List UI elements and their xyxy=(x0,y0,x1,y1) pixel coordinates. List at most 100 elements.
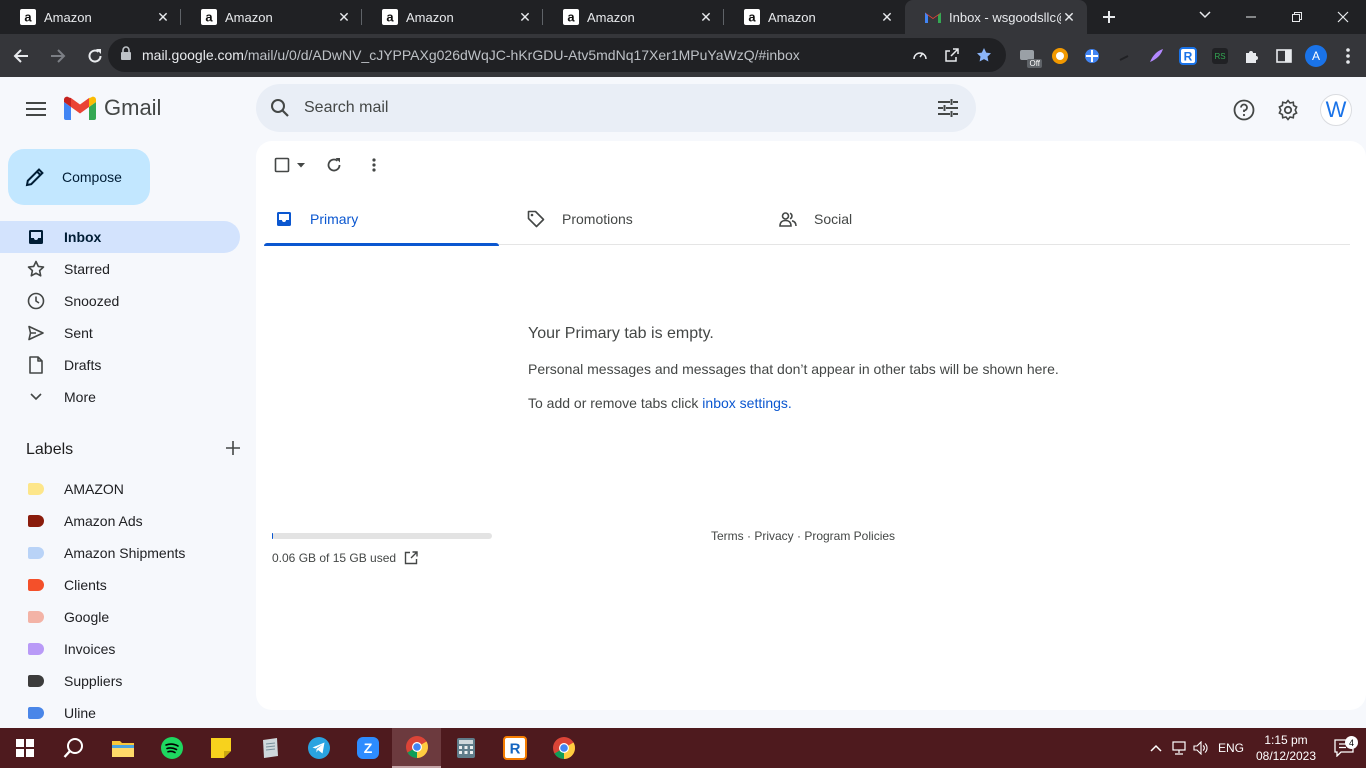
browser-tab-active[interactable]: Inbox - wsgoodsllc@ ✕ xyxy=(905,0,1087,34)
extension-orange-icon[interactable] xyxy=(1044,40,1076,72)
sidebar-item-sent[interactable]: Sent xyxy=(0,317,240,349)
extension-off-icon[interactable]: Off xyxy=(1012,40,1044,72)
sidebar-item-label: Sent xyxy=(64,325,93,341)
close-icon[interactable]: ✕ xyxy=(336,9,352,25)
notification-center-icon[interactable]: 4 xyxy=(1322,736,1366,757)
select-dropdown-icon[interactable] xyxy=(292,153,310,177)
clock[interactable]: 1:15 pm 08/12/2023 xyxy=(1250,732,1322,764)
sidebar-item-drafts[interactable]: Drafts xyxy=(0,349,240,381)
label-item-amazon[interactable]: AMAZON xyxy=(0,473,256,505)
settings-gear-icon[interactable] xyxy=(1270,92,1306,128)
bookmark-star-icon[interactable] xyxy=(974,45,994,65)
system-tray: ENG 1:15 pm 08/12/2023 4 xyxy=(1144,728,1366,768)
open-external-icon[interactable] xyxy=(404,551,418,565)
close-icon[interactable]: ✕ xyxy=(517,9,533,25)
address-bar[interactable]: mail.google.com/mail/u/0/d/ADwNV_cJYPPAX… xyxy=(108,38,1006,72)
more-options-icon[interactable] xyxy=(354,153,394,177)
footer-links[interactable]: Terms · Privacy · Program Policies xyxy=(711,529,895,543)
calculator-icon[interactable] xyxy=(441,728,490,768)
close-icon[interactable]: ✕ xyxy=(1061,9,1077,25)
label-name: Invoices xyxy=(64,641,116,657)
share-icon[interactable] xyxy=(942,45,962,65)
tab-social[interactable]: Social xyxy=(768,193,1003,245)
browser-tab[interactable]: a Amazon ✕ xyxy=(181,0,362,34)
reload-icon[interactable] xyxy=(79,40,111,72)
search-options-icon[interactable] xyxy=(936,96,960,120)
taskbar-search-icon[interactable] xyxy=(49,728,98,768)
url-text[interactable]: mail.google.com/mail/u/0/d/ADwNV_cJYPPAX… xyxy=(142,47,800,63)
labels-header: Labels xyxy=(26,438,240,462)
tray-overflow-icon[interactable] xyxy=(1144,744,1168,752)
browser-tab[interactable]: a Amazon ✕ xyxy=(362,0,543,34)
browser-tab[interactable]: a Amazon ✕ xyxy=(0,0,181,34)
svg-text:R: R xyxy=(509,741,520,758)
notepad-app-icon[interactable] xyxy=(245,728,294,768)
extension-rs-icon[interactable]: RS xyxy=(1204,40,1236,72)
forward-icon[interactable] xyxy=(42,40,74,72)
search-input[interactable] xyxy=(304,99,904,117)
label-item-uline[interactable]: Uline xyxy=(0,697,256,729)
browser-tab[interactable]: a Amazon ✕ xyxy=(724,0,905,34)
r-app-icon[interactable]: R xyxy=(490,728,539,768)
profile-avatar[interactable]: A xyxy=(1300,40,1332,72)
tab-title: Inbox - wsgoodsllc@ xyxy=(949,9,1061,25)
search-icon[interactable] xyxy=(256,84,304,132)
label-item-invoices[interactable]: Invoices xyxy=(0,633,256,665)
side-panel-icon[interactable] xyxy=(1268,40,1300,72)
close-window-icon[interactable] xyxy=(1320,0,1366,34)
new-tab-button[interactable] xyxy=(1087,0,1131,34)
close-icon[interactable]: ✕ xyxy=(155,9,171,25)
label-name: Uline xyxy=(64,705,96,721)
extension-blue-icon[interactable] xyxy=(1076,40,1108,72)
performance-icon[interactable] xyxy=(910,45,930,65)
network-icon[interactable] xyxy=(1168,741,1190,755)
tab-primary[interactable]: Primary xyxy=(264,193,499,246)
label-item-google[interactable]: Google xyxy=(0,601,256,633)
sidebar-item-inbox[interactable]: Inbox xyxy=(0,221,240,253)
label-item-suppliers[interactable]: Suppliers xyxy=(0,665,256,697)
windows-start-icon[interactable] xyxy=(0,728,49,768)
browser-menu-icon[interactable] xyxy=(1332,40,1364,72)
account-avatar[interactable]: W xyxy=(1320,94,1352,126)
compose-button[interactable]: Compose xyxy=(8,149,150,205)
restore-icon[interactable] xyxy=(1274,0,1320,34)
clock-time: 1:15 pm xyxy=(1264,733,1308,747)
label-item-amazon-shipments[interactable]: Amazon Shipments xyxy=(0,537,256,569)
label-tag-icon xyxy=(28,707,44,719)
sidebar-item-more[interactable]: More xyxy=(0,381,240,413)
close-icon[interactable]: ✕ xyxy=(698,9,714,25)
help-icon[interactable] xyxy=(1226,92,1262,128)
zoom-icon[interactable]: Z xyxy=(343,728,392,768)
browser-tab[interactable]: a Amazon ✕ xyxy=(543,0,724,34)
tab-promotions[interactable]: Promotions xyxy=(516,193,751,245)
extension-r-icon[interactable]: R xyxy=(1172,40,1204,72)
sidebar-item-snoozed[interactable]: Snoozed xyxy=(0,285,240,317)
file-explorer-icon[interactable] xyxy=(98,728,147,768)
language-indicator[interactable]: ENG xyxy=(1212,741,1250,755)
gmail-wordmark: Gmail xyxy=(104,95,162,120)
extensions-puzzle-icon[interactable] xyxy=(1236,40,1268,72)
spotify-icon[interactable] xyxy=(147,728,196,768)
add-label-icon[interactable] xyxy=(226,440,240,460)
close-icon[interactable]: ✕ xyxy=(879,9,895,25)
select-checkbox[interactable] xyxy=(272,153,292,177)
minimize-icon[interactable] xyxy=(1228,0,1274,34)
telegram-icon[interactable] xyxy=(294,728,343,768)
gmail-logo[interactable]: Gmail xyxy=(64,95,161,121)
inbox-settings-link[interactable]: inbox settings xyxy=(702,395,788,411)
tab-search-icon[interactable] xyxy=(1190,0,1220,30)
chrome-taskbar-icon[interactable] xyxy=(539,728,588,768)
sticky-notes-icon[interactable] xyxy=(196,728,245,768)
lock-icon[interactable] xyxy=(120,45,132,65)
back-icon[interactable] xyxy=(5,40,37,72)
sidebar-item-starred[interactable]: Starred xyxy=(0,253,240,285)
extension-feather-icon[interactable] xyxy=(1140,40,1172,72)
label-item-clients[interactable]: Clients xyxy=(0,569,256,601)
main-menu-icon[interactable] xyxy=(20,93,52,125)
extension-cursor-icon[interactable] xyxy=(1108,40,1140,72)
label-item-amazon-ads[interactable]: Amazon Ads xyxy=(0,505,256,537)
chrome-taskbar-icon-active[interactable] xyxy=(392,728,441,768)
storage-info: 0.06 GB of 15 GB used xyxy=(272,533,492,565)
refresh-icon[interactable] xyxy=(314,153,354,177)
volume-icon[interactable] xyxy=(1190,741,1212,755)
